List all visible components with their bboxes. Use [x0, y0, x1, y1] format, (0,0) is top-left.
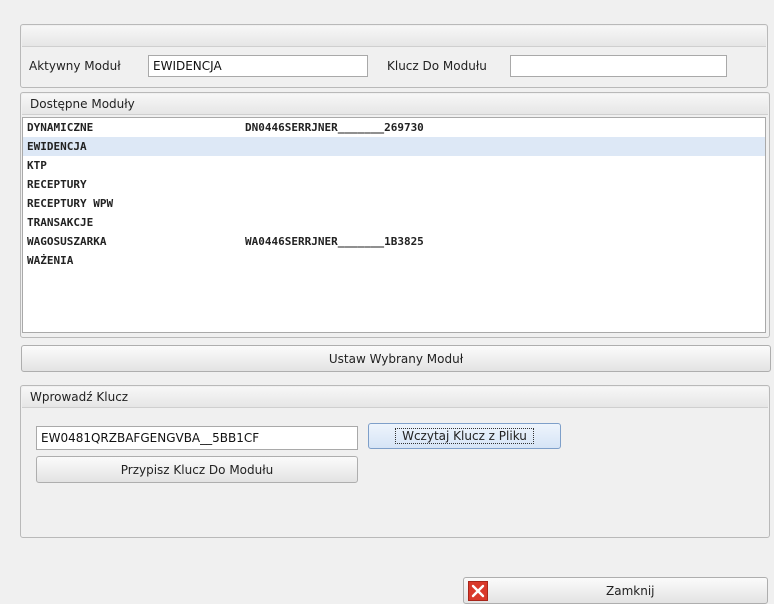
assign-key-label: Przypisz Klucz Do Modułu — [120, 462, 274, 477]
module-key: WA0446SERRJNER_______1B3825 — [245, 235, 424, 248]
available-modules-title: Dostępne Moduły — [30, 97, 135, 111]
key-input[interactable]: EW0481QRZBAFGENGVBA__5BB1CF — [36, 426, 358, 450]
module-list-item[interactable]: DYNAMICZNE DN0446SERRJNER_______269730 — [23, 118, 765, 137]
panel-header: Dostępne Moduły — [22, 94, 768, 115]
module-name: KTP — [27, 159, 47, 172]
module-name: EWIDENCJA — [27, 140, 87, 153]
assign-key-button[interactable]: Przypisz Klucz Do Modułu — [36, 456, 358, 483]
module-name: RECEPTURY WPW — [27, 197, 114, 210]
module-key: DN0446SERRJNER_______269730 — [245, 121, 424, 134]
module-list-item[interactable]: EWIDENCJA — [23, 137, 765, 156]
module-list-item[interactable]: WAGOSUSZARKA WA0446SERRJNER_______1B3825 — [23, 232, 765, 251]
module-name: WAŻENIA — [27, 254, 74, 267]
module-name: WAGOSUSZARKA — [27, 235, 107, 248]
module-name: DYNAMICZNE — [27, 121, 94, 134]
modules-listbox[interactable]: DYNAMICZNE DN0446SERRJNER_______269730 EWI… — [22, 117, 766, 333]
load-key-label: Wczytaj Klucz z Pliku — [395, 428, 534, 444]
module-list-item[interactable]: RECEPTURY — [23, 175, 765, 194]
module-name: TRANSAKCJE — [27, 216, 94, 229]
module-key-field[interactable] — [510, 55, 727, 77]
module-key-label: Klucz Do Modułu — [387, 59, 487, 73]
set-module-button[interactable]: Ustaw Wybrany Moduł — [21, 345, 771, 372]
available-modules-panel: Dostępne Moduły DYNAMICZNE DN0446SERRJNER… — [20, 92, 770, 338]
enter-key-title: Wprowadź Klucz — [30, 390, 129, 404]
active-module-field[interactable]: EWIDENCJA — [148, 55, 368, 77]
module-list-item[interactable]: RECEPTURY WPW — [23, 194, 765, 213]
active-module-panel: Aktywny Moduł EWIDENCJA Klucz Do Modułu — [20, 24, 768, 88]
active-module-label: Aktywny Moduł — [29, 59, 121, 73]
module-list-item[interactable]: TRANSAKCJE — [23, 213, 765, 232]
load-key-from-file-button[interactable]: Wczytaj Klucz z Pliku — [368, 423, 561, 449]
close-icon — [468, 580, 488, 601]
set-module-label: Ustaw Wybrany Moduł — [328, 351, 464, 366]
panel-header: Wprowadź Klucz — [22, 387, 768, 408]
module-name: RECEPTURY — [27, 178, 87, 191]
close-label: Zamknij — [606, 584, 655, 598]
module-list-item[interactable]: WAŻENIA — [23, 251, 765, 270]
module-list-item[interactable]: KTP — [23, 156, 765, 175]
panel-header — [22, 26, 766, 47]
close-button[interactable]: Zamknij — [463, 577, 768, 604]
enter-key-panel: Wprowadź Klucz EW0481QRZBAFGENGVBA__5BB1… — [20, 385, 770, 538]
